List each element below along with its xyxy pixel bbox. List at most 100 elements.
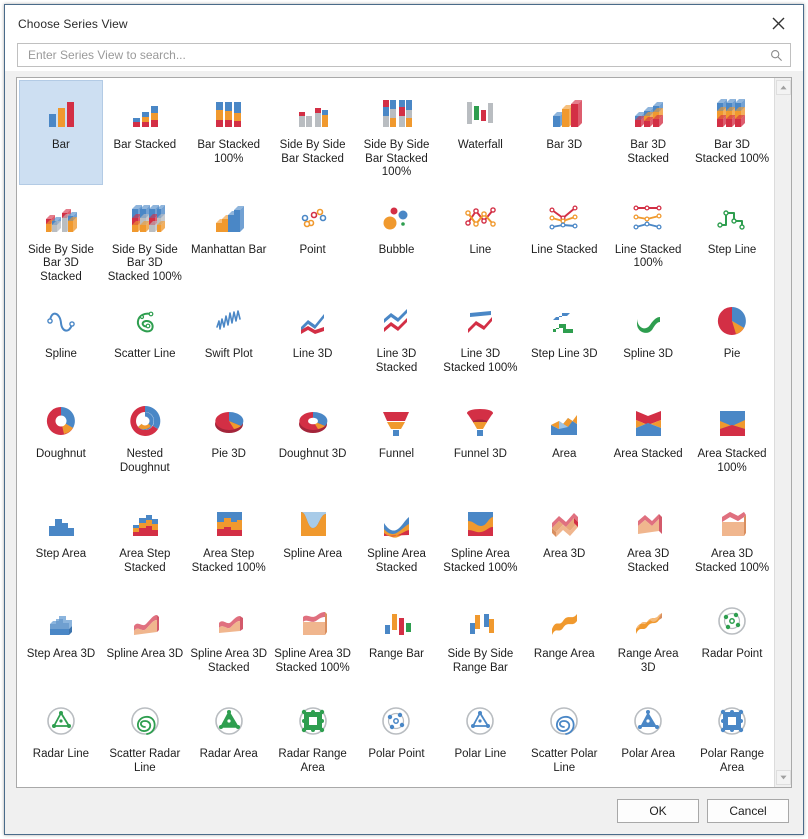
scroll-up-button[interactable] xyxy=(775,80,791,95)
series-view-item[interactable]: Nested Doughnut xyxy=(103,389,187,489)
series-view-item-label: Nested Doughnut xyxy=(119,448,170,474)
series-view-item[interactable]: Line 3D xyxy=(271,289,355,389)
series-view-item-label: Bar Stacked xyxy=(113,139,177,151)
series-view-item[interactable]: Side By Side Bar 3D Stacked xyxy=(19,185,103,290)
series-view-item[interactable]: Funnel 3D xyxy=(438,389,522,489)
search-input[interactable] xyxy=(26,45,770,65)
series-view-item[interactable]: Spline xyxy=(19,289,103,389)
series-view-item[interactable]: Bar Stacked 100% xyxy=(187,80,271,185)
series-view-item[interactable]: Spline Area xyxy=(271,489,355,589)
series-view-item[interactable]: Spline 3D xyxy=(606,289,690,389)
series-view-item[interactable]: Radar Point xyxy=(690,589,774,689)
series-view-item[interactable]: Spline Area Stacked 100% xyxy=(438,489,522,589)
series-view-item-label: Line 3D Stacked xyxy=(375,348,418,374)
series-view-item[interactable]: Bubble xyxy=(355,185,439,290)
series-view-item-label: Step Line xyxy=(707,243,757,256)
series-view-item[interactable]: Manhattan Bar xyxy=(187,185,271,290)
side-by-side-bar-stacked-100-icon xyxy=(374,90,418,134)
series-view-item[interactable]: Side By Side Bar Stacked 100% xyxy=(355,80,439,185)
series-view-item[interactable]: Spline Area 3D Stacked 100% xyxy=(271,589,355,689)
series-view-item[interactable]: Doughnut 3D xyxy=(271,389,355,489)
series-view-item[interactable]: Bar xyxy=(19,80,103,185)
pie-icon xyxy=(710,299,754,343)
series-view-item[interactable]: Range Area 3D xyxy=(606,589,690,689)
series-view-item-label: Step Area 3D xyxy=(26,648,96,660)
series-view-item-label: Area xyxy=(552,448,577,460)
series-view-item[interactable]: Pie 3D xyxy=(187,389,271,489)
series-view-item[interactable]: Area Step Stacked 100% xyxy=(187,489,271,589)
series-view-item[interactable]: Swift Plot xyxy=(187,289,271,389)
side-by-side-bar-3d-stacked-100-icon xyxy=(123,195,167,239)
series-view-item[interactable]: Doughnut xyxy=(19,389,103,489)
series-view-item[interactable]: Side By Side Bar Stacked xyxy=(271,80,355,185)
step-line-icon xyxy=(710,195,754,239)
series-view-item[interactable]: Bar 3D Stacked 100% xyxy=(690,80,774,185)
series-view-item[interactable]: Waterfall xyxy=(438,80,522,185)
series-view-item[interactable]: Funnel xyxy=(355,389,439,489)
series-view-item[interactable]: Polar Range Area xyxy=(690,689,774,787)
series-view-item[interactable]: Spline Area 3D xyxy=(103,589,187,689)
series-view-item[interactable]: Area 3D Stacked xyxy=(606,489,690,589)
ok-button[interactable]: OK xyxy=(617,799,699,823)
gallery-scroll-region: Bar Bar Stacked Bar Stacked 100% Side By Si… xyxy=(17,78,774,787)
scroll-down-button[interactable] xyxy=(775,770,791,785)
side-by-side-range-bar-icon xyxy=(458,599,502,643)
series-view-item[interactable]: Side By Side Range Bar xyxy=(438,589,522,689)
pie-3d-icon xyxy=(207,399,251,443)
series-view-item[interactable]: Polar Line xyxy=(438,689,522,787)
close-button[interactable] xyxy=(757,7,799,39)
cancel-button[interactable]: Cancel xyxy=(707,799,789,823)
series-view-item[interactable]: Line 3D Stacked 100% xyxy=(438,289,522,389)
series-view-item[interactable]: Radar Range Area xyxy=(271,689,355,787)
series-view-item[interactable]: Area 3D xyxy=(522,489,606,589)
series-view-item[interactable]: Step Area 3D xyxy=(19,589,103,689)
bar-3d-icon xyxy=(542,90,586,134)
series-view-item[interactable]: Step Area xyxy=(19,489,103,589)
series-view-item[interactable]: Line 3D Stacked xyxy=(355,289,439,389)
search-icon[interactable] xyxy=(770,49,784,62)
vertical-scrollbar[interactable] xyxy=(774,78,791,787)
series-view-item[interactable]: Area Step Stacked xyxy=(103,489,187,589)
series-view-item-label: Side By Side Range Bar xyxy=(447,648,514,674)
series-view-item[interactable]: Range Area xyxy=(522,589,606,689)
series-view-item[interactable]: Step Line 3D xyxy=(522,289,606,389)
area-stacked-100-icon xyxy=(710,399,754,443)
line-stacked-icon xyxy=(542,195,586,239)
series-view-item[interactable]: Spline Area 3D Stacked xyxy=(187,589,271,689)
series-view-item[interactable]: Scatter Polar Line xyxy=(522,689,606,787)
series-view-item[interactable]: Pie xyxy=(690,289,774,389)
step-area-3d-icon xyxy=(39,599,83,643)
series-view-item[interactable]: Bar 3D Stacked xyxy=(606,80,690,185)
series-view-item[interactable]: Bar Stacked xyxy=(103,80,187,185)
series-view-item[interactable]: Scatter Radar Line xyxy=(103,689,187,787)
series-view-item[interactable]: Line Stacked xyxy=(522,185,606,290)
scroll-track[interactable] xyxy=(776,95,791,770)
series-view-item[interactable]: Radar Line xyxy=(19,689,103,787)
series-view-item[interactable]: Step Line xyxy=(690,185,774,290)
series-view-item[interactable]: Scatter Line xyxy=(103,289,187,389)
series-view-item-label: Polar Range Area xyxy=(700,748,765,774)
series-view-item[interactable]: Line xyxy=(438,185,522,290)
nested-doughnut-icon xyxy=(123,399,167,443)
series-view-item[interactable]: Line Stacked 100% xyxy=(606,185,690,290)
series-view-item[interactable]: Side By Side Bar 3D Stacked 100% xyxy=(103,185,187,290)
series-view-item[interactable]: Bar 3D xyxy=(522,80,606,185)
series-view-item-label: Radar Line xyxy=(32,748,90,760)
series-view-item-label: Range Bar xyxy=(369,648,424,660)
series-view-item[interactable]: Area 3D Stacked 100% xyxy=(690,489,774,589)
range-area-icon xyxy=(542,599,586,643)
series-view-item[interactable]: Spline Area Stacked xyxy=(355,489,439,589)
series-view-item[interactable]: Radar Area xyxy=(187,689,271,787)
series-view-item-label: Bar xyxy=(51,139,70,151)
series-view-item[interactable]: Polar Point xyxy=(355,689,439,787)
radar-line-icon xyxy=(39,699,83,743)
series-view-item[interactable]: Area Stacked xyxy=(606,389,690,489)
series-view-item[interactable]: Area Stacked 100% xyxy=(690,389,774,489)
series-view-item[interactable]: Range Bar xyxy=(355,589,439,689)
dialog-title: Choose Series View xyxy=(18,17,128,31)
series-view-item[interactable]: Area xyxy=(522,389,606,489)
search-box[interactable] xyxy=(17,43,791,67)
series-view-item[interactable]: Polar Area xyxy=(606,689,690,787)
series-view-item-label: Area 3D Stacked 100% xyxy=(694,548,770,574)
series-view-item[interactable]: Point xyxy=(271,185,355,290)
